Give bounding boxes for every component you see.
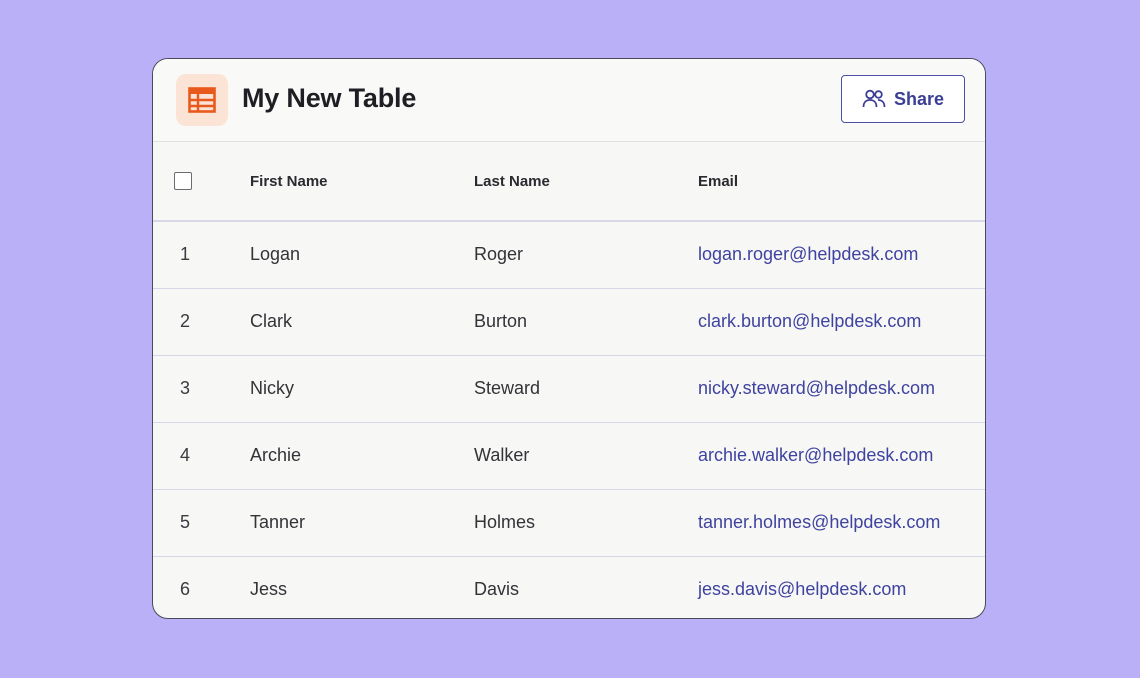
share-button[interactable]: Share	[841, 75, 965, 123]
table-icon	[176, 74, 228, 126]
card-header: My New Table Share	[153, 59, 985, 142]
last-name-cell[interactable]: Burton	[474, 288, 698, 355]
select-all-cell	[153, 142, 250, 221]
table-row[interactable]: 1 Logan Roger logan.roger@helpdesk.com	[153, 221, 985, 288]
last-name-cell[interactable]: Walker	[474, 422, 698, 489]
last-name-cell[interactable]: Roger	[474, 221, 698, 288]
page-title: My New Table	[242, 83, 417, 113]
row-number: 2	[180, 311, 191, 331]
email-cell[interactable]: clark.burton@helpdesk.com	[698, 288, 985, 355]
first-name-cell[interactable]: Nicky	[250, 355, 474, 422]
select-all-checkbox[interactable]	[174, 172, 192, 190]
first-name-cell[interactable]: Archie	[250, 422, 474, 489]
row-number: 4	[180, 445, 191, 465]
email-cell[interactable]: jess.davis@helpdesk.com	[698, 556, 985, 618]
email-cell[interactable]: tanner.holmes@helpdesk.com	[698, 489, 985, 556]
row-number: 3	[180, 378, 191, 398]
first-name-cell[interactable]: Tanner	[250, 489, 474, 556]
first-name-cell[interactable]: Clark	[250, 288, 474, 355]
share-button-label: Share	[893, 88, 945, 109]
row-number: 1	[180, 244, 191, 265]
column-header-first-name[interactable]: First Name	[250, 142, 474, 221]
first-name-cell[interactable]: Jess	[250, 556, 474, 618]
table-row[interactable]: 6 Jess Davis jess.davis@helpdesk.com	[153, 556, 985, 618]
row-number: 5	[180, 512, 191, 532]
column-header-last-name[interactable]: Last Name	[474, 142, 698, 221]
table-card: My New Table Share First Name Last Name …	[152, 58, 986, 619]
last-name-cell[interactable]: Davis	[474, 556, 698, 618]
table-row[interactable]: 2 Clark Burton clark.burton@helpdesk.com	[153, 288, 985, 355]
table-row[interactable]: 3 Nicky Steward nicky.steward@helpdesk.c…	[153, 355, 985, 422]
email-cell[interactable]: archie.walker@helpdesk.com	[698, 422, 985, 489]
first-name-cell[interactable]: Logan	[250, 221, 474, 288]
column-header-email[interactable]: Email	[698, 142, 985, 221]
email-cell[interactable]: logan.roger@helpdesk.com	[698, 221, 985, 288]
data-table: First Name Last Name Email 1 Logan Roger…	[153, 142, 985, 618]
row-number: 6	[180, 579, 191, 600]
table-row[interactable]: 5 Tanner Holmes tanner.holmes@helpdesk.c…	[153, 489, 985, 556]
last-name-cell[interactable]: Steward	[474, 355, 698, 422]
email-cell[interactable]: nicky.steward@helpdesk.com	[698, 355, 985, 422]
table-header-row: First Name Last Name Email	[153, 142, 985, 221]
table-row[interactable]: 4 Archie Walker archie.walker@helpdesk.c…	[153, 422, 985, 489]
last-name-cell[interactable]: Holmes	[474, 489, 698, 556]
users-icon	[862, 89, 886, 109]
